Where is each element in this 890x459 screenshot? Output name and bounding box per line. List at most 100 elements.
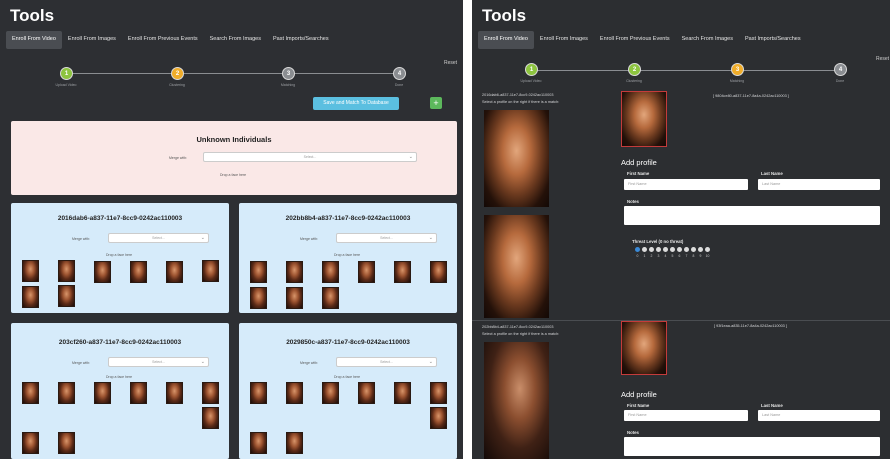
cluster-face-image <box>484 215 549 318</box>
cluster-id: 2016dab6-a837-11e7-8cc9-0242ac110003 <box>482 93 554 97</box>
face-thumbnail[interactable] <box>250 382 267 404</box>
clustering-panel: Tools Enroll From Video Enroll From Imag… <box>0 0 463 459</box>
reset-link[interactable]: Reset <box>444 60 457 66</box>
face-thumbnail[interactable] <box>166 261 183 283</box>
first-name-label: First Name <box>627 403 650 408</box>
tab-enroll-from-images[interactable]: Enroll From Images <box>534 31 594 49</box>
notes-label: Notes <box>627 199 639 204</box>
cluster-card: 2016dab6-a837-11e7-8cc9-0242ac110003 Mer… <box>11 203 229 313</box>
first-name-input[interactable]: First Name <box>624 179 748 190</box>
face-thumbnail[interactable] <box>58 432 75 454</box>
threat-level-option[interactable] <box>705 247 710 252</box>
face-thumbnail[interactable] <box>250 261 267 283</box>
tab-enroll-from-images[interactable]: Enroll From Images <box>62 31 122 49</box>
face-thumbnail[interactable] <box>358 382 375 404</box>
threat-level-option[interactable] <box>635 247 640 252</box>
threat-level-option[interactable] <box>691 247 696 252</box>
reset-link[interactable]: Reset <box>876 56 889 62</box>
save-and-match-button[interactable]: Save and Match To Database <box>313 97 399 110</box>
face-thumbnail[interactable] <box>202 407 219 429</box>
threat-level-number: 5 <box>671 254 674 258</box>
notes-textarea[interactable] <box>624 437 880 456</box>
threat-level-option[interactable] <box>684 247 689 252</box>
tab-enroll-from-video[interactable]: Enroll From Video <box>478 31 534 49</box>
threat-level-option[interactable] <box>649 247 654 252</box>
face-thumbnail[interactable] <box>22 286 39 308</box>
candidate-profile-image[interactable] <box>621 321 667 375</box>
tab-search-from-images[interactable]: Search From Images <box>204 31 267 49</box>
face-thumbnail[interactable] <box>250 432 267 454</box>
face-thumbnail[interactable] <box>322 261 339 283</box>
chevron-down-icon: ⌄ <box>428 359 433 365</box>
notes-textarea[interactable] <box>624 206 880 225</box>
merge-select-value: Select... <box>152 236 165 240</box>
face-thumbnail[interactable] <box>22 260 39 282</box>
face-thumbnail[interactable] <box>322 382 339 404</box>
cluster-id: 202bb8b4-a837-11e7-8cc9-0242ac110003 <box>482 325 554 329</box>
drop-zone-hint: Drop a face here <box>106 253 133 257</box>
last-name-input[interactable]: Last Name <box>758 179 880 190</box>
face-thumbnail[interactable] <box>58 285 75 307</box>
face-thumbnail[interactable] <box>394 382 411 404</box>
match-hint: Select a profile on the right if there i… <box>482 100 560 104</box>
tab-search-from-images[interactable]: Search From Images <box>676 31 739 49</box>
face-thumbnail[interactable] <box>286 287 303 309</box>
threat-level-number: 1 <box>643 254 646 258</box>
add-profile-heading: Add profile <box>621 390 657 399</box>
tab-enroll-from-previous-events[interactable]: Enroll From Previous Events <box>594 31 676 49</box>
merge-select[interactable]: Select... ⌄ <box>336 357 437 367</box>
last-name-input[interactable]: Last Name <box>758 410 880 421</box>
face-thumbnail[interactable] <box>286 432 303 454</box>
face-thumbnail[interactable] <box>250 287 267 309</box>
face-thumbnail[interactable] <box>202 260 219 282</box>
face-thumbnail[interactable] <box>358 261 375 283</box>
unknown-individuals-card: Unknown Individuals Merge with: Select..… <box>11 121 457 195</box>
step-2-indicator: 2 <box>628 63 641 76</box>
threat-level-option[interactable] <box>670 247 675 252</box>
drop-zone-hint: Drop a face here <box>220 173 247 177</box>
face-thumbnail[interactable] <box>286 382 303 404</box>
add-cluster-button[interactable]: + <box>430 97 442 109</box>
merge-select[interactable]: Select... ⌄ <box>336 233 437 243</box>
candidate-profile-image[interactable] <box>621 91 667 147</box>
step-1-label: Upload Video <box>55 83 77 87</box>
threat-level-option[interactable] <box>642 247 647 252</box>
merge-select[interactable]: Select... ⌄ <box>108 233 209 243</box>
chevron-down-icon: ⌄ <box>200 359 205 365</box>
tab-past-imports-searches[interactable]: Past Imports/Searches <box>267 31 335 49</box>
face-thumbnail[interactable] <box>202 382 219 404</box>
cluster-id: 202bb8b4-a837-11e7-8cc9-0242ac110003 <box>285 215 411 222</box>
merge-select[interactable]: Select... ⌄ <box>203 152 417 162</box>
tab-enroll-from-video[interactable]: Enroll From Video <box>6 31 62 49</box>
face-thumbnail[interactable] <box>430 261 447 283</box>
match-hint: Select a profile on the right if there i… <box>482 332 560 336</box>
last-name-label: Last Name <box>761 403 783 408</box>
merge-label: Merge with: <box>72 361 91 365</box>
threat-level-option[interactable] <box>663 247 668 252</box>
face-thumbnail[interactable] <box>22 432 39 454</box>
threat-level-option[interactable] <box>677 247 682 252</box>
face-thumbnail[interactable] <box>94 382 111 404</box>
face-thumbnail[interactable] <box>430 407 447 429</box>
face-thumbnail[interactable] <box>394 261 411 283</box>
unknown-individuals-title: Unknown Individuals <box>196 135 272 144</box>
face-thumbnail[interactable] <box>166 382 183 404</box>
merge-select[interactable]: Select... ⌄ <box>108 357 209 367</box>
face-thumbnail[interactable] <box>58 382 75 404</box>
threat-level-option[interactable] <box>698 247 703 252</box>
face-thumbnail[interactable] <box>286 261 303 283</box>
face-thumbnail[interactable] <box>22 382 39 404</box>
face-thumbnail[interactable] <box>430 382 447 404</box>
tab-past-imports-searches[interactable]: Past Imports/Searches <box>739 31 807 49</box>
face-thumbnail[interactable] <box>94 261 111 283</box>
tab-enroll-from-previous-events[interactable]: Enroll From Previous Events <box>122 31 204 49</box>
cluster-face-image <box>484 110 549 207</box>
face-thumbnail[interactable] <box>322 287 339 309</box>
cluster-face-image <box>484 342 549 459</box>
threat-level-option[interactable] <box>656 247 661 252</box>
face-thumbnail[interactable] <box>130 261 147 283</box>
first-name-input[interactable]: First Name <box>624 410 748 421</box>
face-thumbnail[interactable] <box>58 260 75 282</box>
face-thumbnail[interactable] <box>130 382 147 404</box>
threat-level-label: Threat Level (0 no threat) <box>632 239 684 244</box>
